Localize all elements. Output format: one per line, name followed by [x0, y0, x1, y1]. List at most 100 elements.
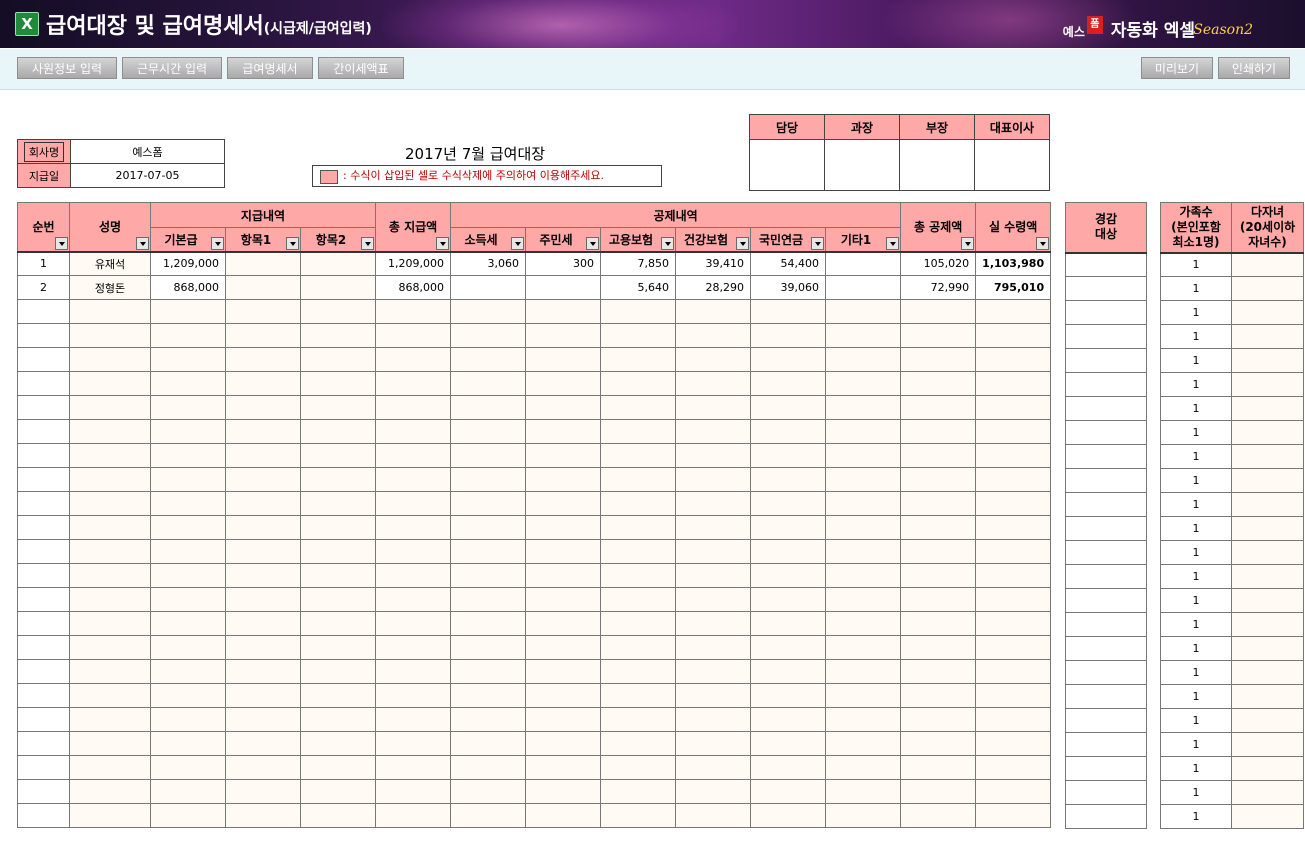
cell-item2[interactable]	[299, 299, 377, 324]
cell-item1[interactable]	[225, 635, 301, 660]
cell-total-pay[interactable]: 1,209,000	[375, 250, 452, 276]
cell-total-pay[interactable]	[375, 731, 452, 756]
cell-name[interactable]	[69, 803, 151, 828]
cell-income-tax[interactable]	[450, 347, 527, 372]
cell-total-deduct[interactable]: 72,990	[900, 275, 977, 300]
cell-children[interactable]	[1231, 324, 1304, 349]
cell-resident-tax[interactable]	[525, 275, 602, 300]
cell-other[interactable]	[825, 659, 902, 684]
cell-seq[interactable]	[17, 731, 70, 756]
cell-other[interactable]	[825, 755, 902, 780]
cell-name[interactable]	[69, 755, 151, 780]
cell-total-pay[interactable]	[375, 539, 452, 564]
cell-resident-tax[interactable]	[525, 419, 602, 444]
cell-item1[interactable]	[225, 755, 301, 780]
cell-pension[interactable]	[750, 323, 827, 348]
cell-name[interactable]	[69, 323, 151, 348]
cell-total-deduct[interactable]	[900, 419, 977, 444]
cell-family[interactable]: 1	[1160, 468, 1232, 493]
cell-other[interactable]	[825, 299, 902, 324]
cell-family[interactable]: 1	[1160, 612, 1232, 637]
cell-item1[interactable]	[225, 250, 301, 276]
cell-pension[interactable]: 39,060	[750, 275, 827, 300]
cell-pension[interactable]	[750, 611, 827, 636]
cell-seq[interactable]	[17, 419, 70, 444]
cell-total-pay[interactable]	[375, 467, 452, 492]
cell-resident-tax[interactable]	[525, 539, 602, 564]
cell-total-deduct[interactable]	[900, 707, 977, 732]
cell-health[interactable]	[675, 467, 752, 492]
cell-income-tax[interactable]: 3,060	[450, 250, 527, 276]
cell-base[interactable]: 868,000	[150, 275, 226, 300]
cell-health[interactable]	[675, 683, 752, 708]
cell-other[interactable]	[825, 539, 902, 564]
cell-health[interactable]	[675, 347, 752, 372]
cell-income-tax[interactable]	[450, 371, 527, 396]
approval-ceo-sign[interactable]	[974, 139, 1050, 191]
cell-total-pay[interactable]	[375, 323, 452, 348]
cell-item2[interactable]	[299, 443, 377, 468]
cell-base[interactable]	[150, 467, 226, 492]
cell-base[interactable]	[150, 635, 226, 660]
cell-employment[interactable]	[600, 299, 677, 324]
cell-seq[interactable]	[17, 323, 70, 348]
cell-base[interactable]	[150, 659, 226, 684]
cell-total-deduct[interactable]	[900, 347, 977, 372]
cell-item1[interactable]	[225, 491, 301, 516]
cell-children[interactable]	[1231, 492, 1304, 517]
cell-employment[interactable]	[600, 587, 677, 612]
cell-resident-tax[interactable]	[525, 635, 602, 660]
cell-pension[interactable]	[750, 467, 827, 492]
cell-employment[interactable]	[600, 563, 677, 588]
cell-reduction[interactable]	[1065, 468, 1147, 493]
cell-name[interactable]	[69, 587, 151, 612]
cell-base[interactable]	[150, 395, 226, 420]
filter-dropdown-icon[interactable]	[511, 236, 525, 250]
approval-staff-sign[interactable]	[749, 139, 825, 191]
cell-total-deduct[interactable]	[900, 467, 977, 492]
cell-family[interactable]: 1	[1160, 708, 1232, 733]
cell-employment[interactable]	[600, 443, 677, 468]
cell-children[interactable]	[1231, 420, 1304, 445]
cell-children[interactable]	[1231, 372, 1304, 397]
cell-employment[interactable]	[600, 755, 677, 780]
cell-reduction[interactable]	[1065, 804, 1147, 829]
cell-item2[interactable]	[299, 275, 377, 300]
cell-item1[interactable]	[225, 395, 301, 420]
cell-income-tax[interactable]	[450, 611, 527, 636]
cell-reduction[interactable]	[1065, 540, 1147, 565]
cell-other[interactable]	[825, 731, 902, 756]
cell-pension[interactable]	[750, 491, 827, 516]
filter-dropdown-icon[interactable]	[736, 236, 750, 250]
cell-resident-tax[interactable]	[525, 683, 602, 708]
cell-pension[interactable]	[750, 515, 827, 540]
cell-net[interactable]: 795,010	[975, 275, 1052, 300]
cell-name[interactable]: 유재석	[69, 250, 151, 276]
cell-total-pay[interactable]	[375, 803, 452, 828]
cell-base[interactable]	[150, 587, 226, 612]
cell-base[interactable]	[150, 731, 226, 756]
cell-seq[interactable]	[17, 611, 70, 636]
cell-name[interactable]	[69, 395, 151, 420]
cell-other[interactable]	[825, 611, 902, 636]
cell-other[interactable]	[825, 587, 902, 612]
cell-other[interactable]	[825, 491, 902, 516]
cell-resident-tax[interactable]	[525, 323, 602, 348]
cell-item2[interactable]	[299, 707, 377, 732]
cell-item2[interactable]	[299, 491, 377, 516]
cell-base[interactable]	[150, 755, 226, 780]
work-hours-button[interactable]: 근무시간 입력	[122, 57, 222, 79]
cell-seq[interactable]	[17, 395, 70, 420]
cell-family[interactable]: 1	[1160, 444, 1232, 469]
cell-income-tax[interactable]	[450, 587, 527, 612]
cell-name[interactable]	[69, 419, 151, 444]
cell-family[interactable]: 1	[1160, 324, 1232, 349]
cell-employment[interactable]	[600, 395, 677, 420]
cell-other[interactable]	[825, 563, 902, 588]
cell-name[interactable]: 정형돈	[69, 275, 151, 300]
cell-other[interactable]	[825, 803, 902, 828]
cell-employment[interactable]	[600, 683, 677, 708]
cell-family[interactable]: 1	[1160, 684, 1232, 709]
cell-net[interactable]	[975, 779, 1052, 804]
cell-net[interactable]	[975, 707, 1052, 732]
